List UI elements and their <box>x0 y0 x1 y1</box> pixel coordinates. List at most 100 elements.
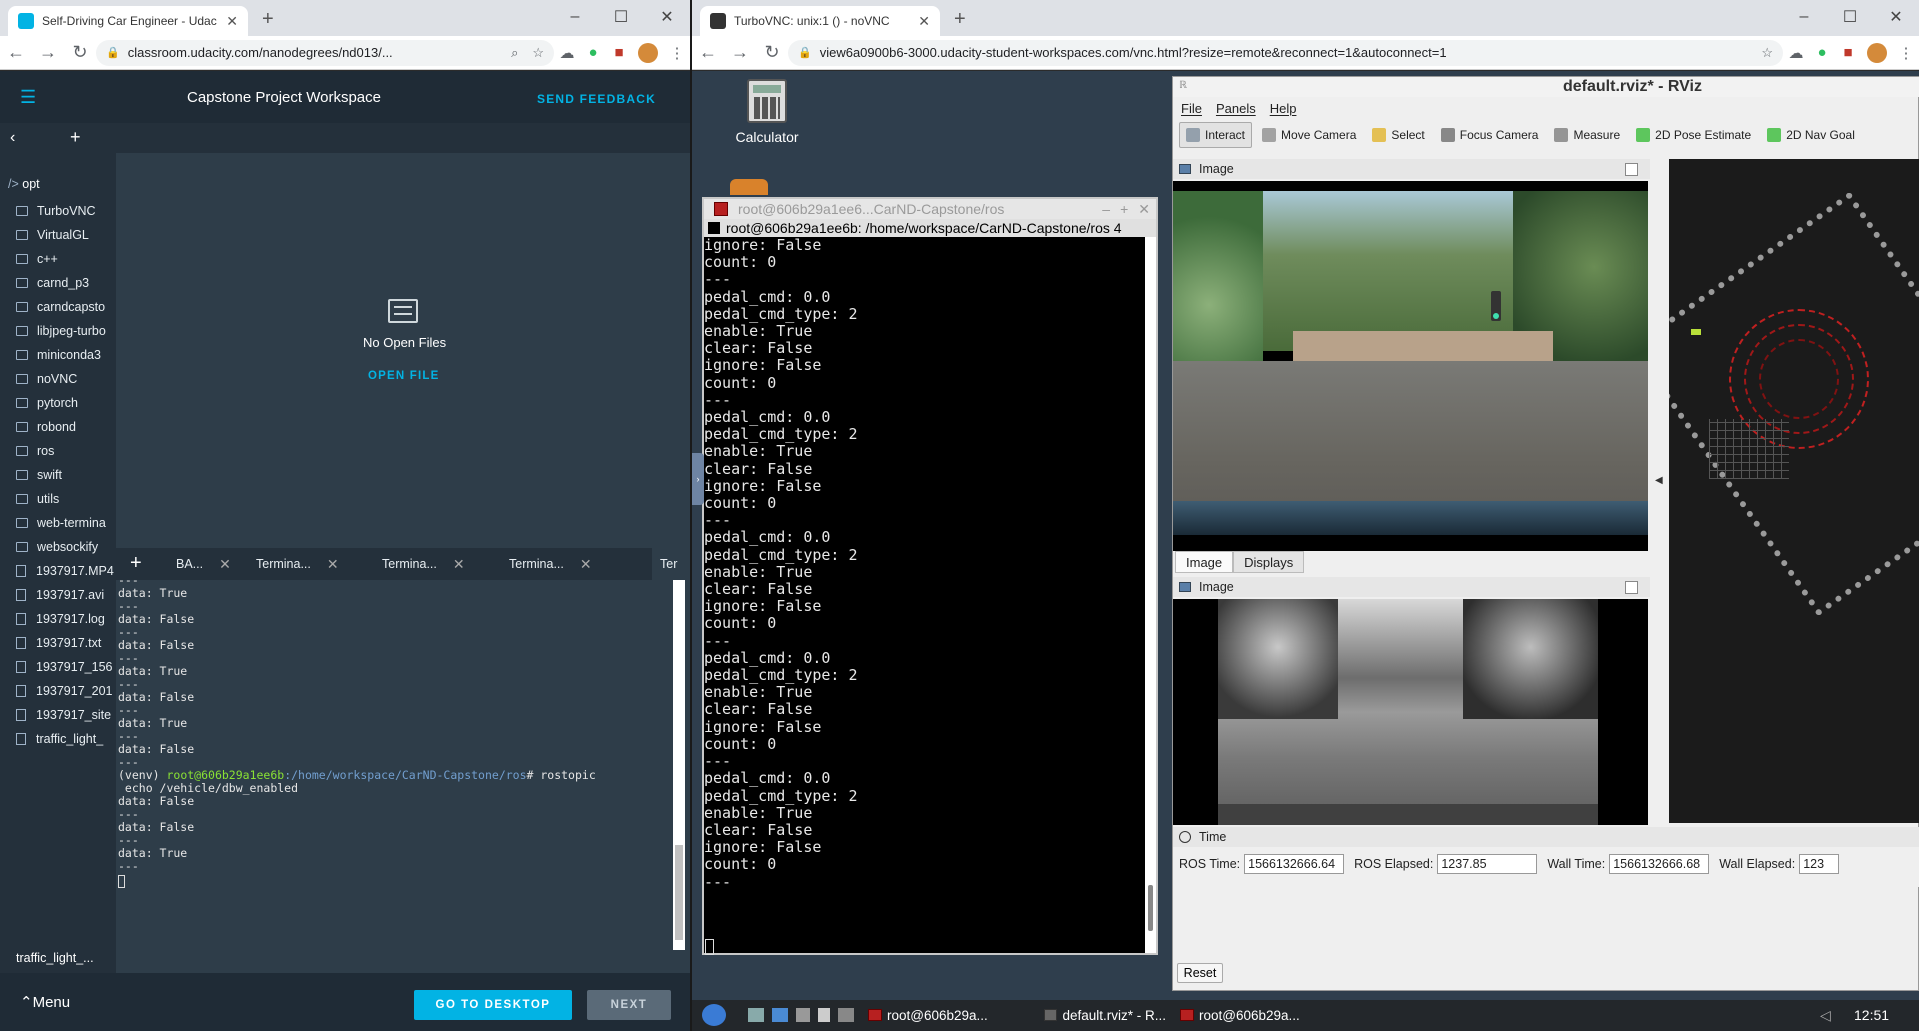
start-menu-icon[interactable] <box>702 1004 726 1026</box>
folder-item[interactable]: c++ <box>16 249 58 269</box>
breadcrumb[interactable]: /> opt <box>8 177 40 191</box>
panel-float-checkbox[interactable] <box>1625 162 1638 176</box>
folder-item[interactable]: web-termina <box>16 513 106 533</box>
menu-toggle[interactable]: ⌃Menu <box>20 993 70 1011</box>
reload-icon[interactable]: ↻ <box>756 42 788 63</box>
calculator-desktop-icon[interactable]: Calculator <box>722 79 812 145</box>
open-file-link[interactable]: OPEN FILE <box>368 370 440 382</box>
rviz-tool-2d-nav-goal[interactable]: 2D Nav Goal <box>1761 122 1861 148</box>
web-browser-icon[interactable] <box>772 1008 788 1022</box>
close-tab-icon[interactable]: ✕ <box>218 13 238 30</box>
rviz-tool-measure[interactable]: Measure <box>1548 122 1626 148</box>
folder-item[interactable]: TurboVNC <box>16 201 96 221</box>
file-item[interactable]: 1937917.avi <box>16 585 104 605</box>
avatar[interactable] <box>1867 42 1887 63</box>
folder-item[interactable]: pytorch <box>16 393 78 413</box>
hamburger-icon[interactable]: ☰ <box>20 87 38 108</box>
volume-icon[interactable]: ◁ <box>1820 1007 1831 1024</box>
taskbar-item[interactable]: root@606b29a... <box>864 1003 994 1027</box>
file-item[interactable]: 1937917.MP4 <box>16 561 114 581</box>
new-tab-button[interactable]: + <box>262 8 274 31</box>
bookmark-star-icon[interactable]: ☆ <box>1761 45 1773 61</box>
send-feedback-link[interactable]: SEND FEEDBACK <box>537 92 656 106</box>
rviz-window[interactable]: ℝ default.rviz* - RViz File Panels Help In… <box>1172 76 1919 991</box>
desktop-icon[interactable] <box>838 1008 854 1022</box>
partial-desktop-icon[interactable] <box>730 179 768 195</box>
wall-time-field[interactable]: 1566132666.68 <box>1609 854 1710 874</box>
folder-item[interactable]: miniconda3 <box>16 345 101 365</box>
left-browser-tab[interactable]: Self-Driving Car Engineer - Udac ✕ <box>8 6 248 36</box>
menu-kebab-icon[interactable]: ⋮ <box>1893 40 1919 66</box>
minimize-button[interactable]: – <box>1781 0 1827 34</box>
folder-item[interactable]: carnd_p3 <box>16 273 89 293</box>
terminal-scrollbar[interactable] <box>673 580 685 950</box>
xterm-close-icon[interactable]: ✕ <box>1138 201 1150 218</box>
back-icon[interactable]: ← <box>0 42 32 63</box>
folder-item[interactable]: robond <box>16 417 76 437</box>
file-item[interactable]: 1937917_site <box>16 705 111 725</box>
close-tab-icon[interactable]: ✕ <box>580 556 592 573</box>
folder-item[interactable]: swift <box>16 465 62 485</box>
vnc-desktop[interactable]: Calculator root@606b29a1ee6...CarND-Caps… <box>692 71 1919 1000</box>
close-tab-icon[interactable]: ✕ <box>910 13 930 30</box>
close-tab-icon[interactable]: ✕ <box>219 556 231 573</box>
collapse-sidebar-icon[interactable]: ‹ <box>10 129 15 147</box>
folder-item[interactable]: ros <box>16 441 54 461</box>
file-manager-icon[interactable] <box>748 1008 764 1022</box>
extension-cloud-icon[interactable]: ☁ <box>1783 40 1809 66</box>
rviz-menu-panels[interactable]: Panels <box>1216 101 1256 116</box>
rviz-menu-file[interactable]: File <box>1181 101 1202 116</box>
avatar[interactable] <box>638 42 658 63</box>
pdf-icon[interactable]: ■ <box>1835 40 1861 66</box>
ros-time-field[interactable]: 1566132666.64 <box>1244 854 1345 874</box>
close-tab-icon[interactable]: ✕ <box>453 556 465 573</box>
panel-float-checkbox[interactable] <box>1625 580 1638 594</box>
rviz-titlebar[interactable]: ℝ default.rviz* - RViz <box>1173 77 1919 97</box>
zoom-icon[interactable]: ⌕ <box>511 45 518 61</box>
pdf-icon[interactable]: ■ <box>606 40 632 66</box>
file-item[interactable]: 1937917.txt <box>16 633 101 653</box>
folder-item[interactable]: carndcapsto <box>16 297 105 317</box>
bookmark-star-icon[interactable]: ☆ <box>532 45 544 61</box>
folder-item[interactable]: websockify <box>16 537 98 557</box>
xterm-minimize-icon[interactable]: – <box>1102 201 1110 217</box>
rviz-tool-2d-pose-estimate[interactable]: 2D Pose Estimate <box>1630 122 1757 148</box>
back-icon[interactable]: ← <box>692 42 724 63</box>
evernote-icon[interactable]: ● <box>580 40 606 66</box>
taskbar-item[interactable]: root@606b29a... <box>1176 1003 1306 1027</box>
rviz-3d-view[interactable] <box>1669 159 1919 823</box>
forward-icon[interactable]: → <box>32 42 64 63</box>
folder-item[interactable]: noVNC <box>16 369 77 389</box>
text-editor-icon[interactable] <box>818 1008 830 1022</box>
xterm-scrollbar-thumb[interactable] <box>1148 885 1153 931</box>
evernote-icon[interactable]: ● <box>1809 40 1835 66</box>
forward-icon[interactable]: → <box>724 42 756 63</box>
folder-item[interactable]: utils <box>16 489 59 509</box>
xterm-scrollbar[interactable] <box>1145 237 1156 953</box>
novnc-control-handle[interactable]: › <box>692 453 704 505</box>
menu-kebab-icon[interactable]: ⋮ <box>664 40 690 66</box>
taskbar-item[interactable]: default.rviz* - R... <box>1040 1003 1170 1027</box>
terminal-launcher-icon[interactable] <box>796 1008 810 1022</box>
collapse-panel-arrow[interactable]: ◀ <box>1655 475 1663 486</box>
right-browser-tab[interactable]: TurboVNC: unix:1 () - noVNC ✕ <box>700 6 940 36</box>
xterm-window[interactable]: root@606b29a1ee6...CarND-Capstone/ros – … <box>702 197 1158 955</box>
rviz-tool-select[interactable]: Select <box>1366 122 1430 148</box>
rviz-tool-interact[interactable]: Interact <box>1179 122 1253 148</box>
wall-elapsed-field[interactable]: 123 <box>1799 854 1840 874</box>
ros-elapsed-field[interactable]: 1237.85 <box>1437 854 1538 874</box>
maximize-button[interactable]: ☐ <box>598 0 644 34</box>
reload-icon[interactable]: ↻ <box>64 42 96 63</box>
new-file-icon[interactable]: + <box>70 127 81 148</box>
close-window-button[interactable]: ✕ <box>1873 0 1919 34</box>
terminal-scrollbar-thumb[interactable] <box>675 845 683 940</box>
minimize-button[interactable]: – <box>552 0 598 34</box>
go-to-desktop-button[interactable]: GO TO DESKTOP <box>414 990 572 1020</box>
extension-cloud-icon[interactable]: ☁ <box>554 40 580 66</box>
rviz-tool-focus-camera[interactable]: Focus Camera <box>1435 122 1545 148</box>
next-button[interactable]: NEXT <box>587 990 671 1020</box>
xterm-maximize-icon[interactable]: + <box>1120 201 1128 217</box>
terminal[interactable]: --- data: True --- data: False --- data: Fals… <box>116 574 690 950</box>
rviz-tab-image[interactable]: Image <box>1175 551 1234 573</box>
rviz-tool-move-camera[interactable]: Move Camera <box>1256 122 1362 148</box>
